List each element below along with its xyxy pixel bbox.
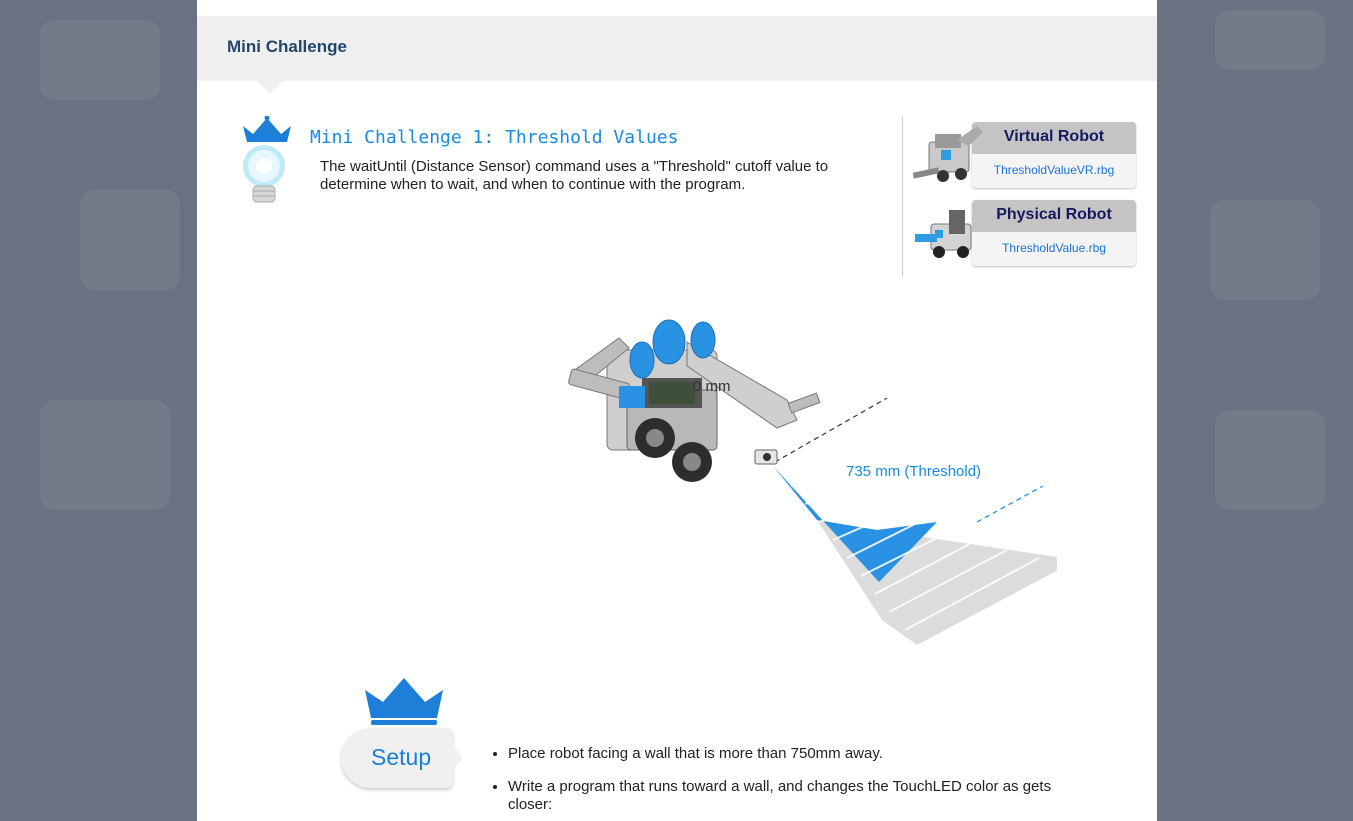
background-blur — [40, 400, 170, 510]
section-title: Mini Challenge — [227, 37, 347, 56]
setup-label: Setup — [371, 744, 432, 770]
content-page: Mini Challenge Mini Challenge 1: Thresho… — [197, 0, 1157, 821]
challenge-description: The waitUntil (Distance Sensor) command … — [320, 158, 829, 193]
list-item: Write a program that runs toward a wall,… — [508, 778, 1068, 814]
divider — [902, 116, 903, 277]
setup-list: Place robot facing a wall that is more t… — [487, 745, 1068, 821]
setup-crown-icon — [365, 678, 443, 725]
threshold-label: 735 mm (Threshold) — [846, 463, 982, 480]
background-blur — [40, 20, 160, 100]
physical-robot-card: Physical Robot ThresholdValue.rbg — [913, 200, 1137, 268]
background-blur — [1210, 200, 1320, 300]
list-item: Place robot facing a wall that is more t… — [508, 745, 1068, 763]
robot-thumbnail — [913, 126, 983, 182]
zero-mm-label: 0 mm — [693, 378, 731, 395]
distance-sensor-diagram — [568, 319, 1057, 645]
background-blur — [1215, 410, 1325, 510]
threshold-guide-line — [976, 485, 1044, 523]
header-pointer — [257, 81, 283, 94]
robot-thumbnail — [915, 210, 972, 258]
section-header: Mini Challenge — [197, 17, 1157, 81]
background-blur — [80, 190, 180, 290]
lightbulb-icon — [243, 116, 291, 203]
robot-illustration — [568, 319, 821, 482]
challenge-title: Mini Challenge 1: Threshold Values — [310, 127, 679, 148]
crown-icon — [243, 116, 291, 142]
setup-badge-arrow — [453, 746, 463, 770]
background-blur — [1215, 10, 1325, 70]
virtual-robot-card: Virtual Robot ThresholdValueVR.rbg — [913, 122, 1137, 190]
top-strip — [197, 0, 1157, 16]
